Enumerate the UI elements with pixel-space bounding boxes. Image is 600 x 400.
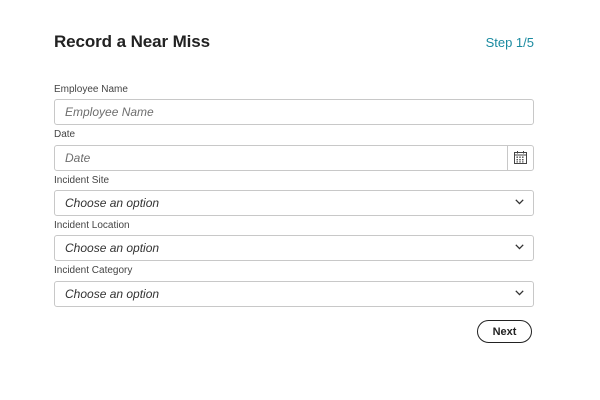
form-header: Record a Near Miss Step 1/5	[54, 32, 534, 56]
chevron-down-icon	[515, 290, 524, 296]
employee-name-placeholder: Employee Name	[65, 105, 154, 119]
employee-name-label: Employee Name	[54, 84, 128, 95]
calendar-icon	[514, 151, 527, 164]
date-placeholder: Date	[65, 151, 91, 165]
incident-site-select[interactable]: Choose an option	[54, 190, 534, 216]
incident-site-label: Incident Site	[54, 175, 110, 186]
incident-location-select[interactable]: Choose an option	[54, 235, 534, 261]
next-button[interactable]: Next	[477, 320, 532, 343]
step-indicator: Step 1/5	[485, 35, 534, 50]
chevron-down-icon	[515, 199, 524, 205]
incident-category-select[interactable]: Choose an option	[54, 281, 534, 307]
incident-site-value: Choose an option	[65, 196, 160, 210]
employee-name-field[interactable]: Employee Name	[54, 99, 534, 125]
incident-category-value: Choose an option	[65, 287, 160, 301]
date-field[interactable]: Date	[54, 145, 534, 171]
date-label: Date	[54, 129, 76, 140]
date-picker-button[interactable]	[507, 146, 533, 170]
page-title: Record a Near Miss	[54, 32, 210, 51]
incident-location-value: Choose an option	[65, 241, 160, 255]
chevron-down-icon	[515, 244, 524, 250]
incident-category-label: Incident Category	[54, 265, 133, 276]
incident-location-label: Incident Location	[54, 220, 130, 231]
